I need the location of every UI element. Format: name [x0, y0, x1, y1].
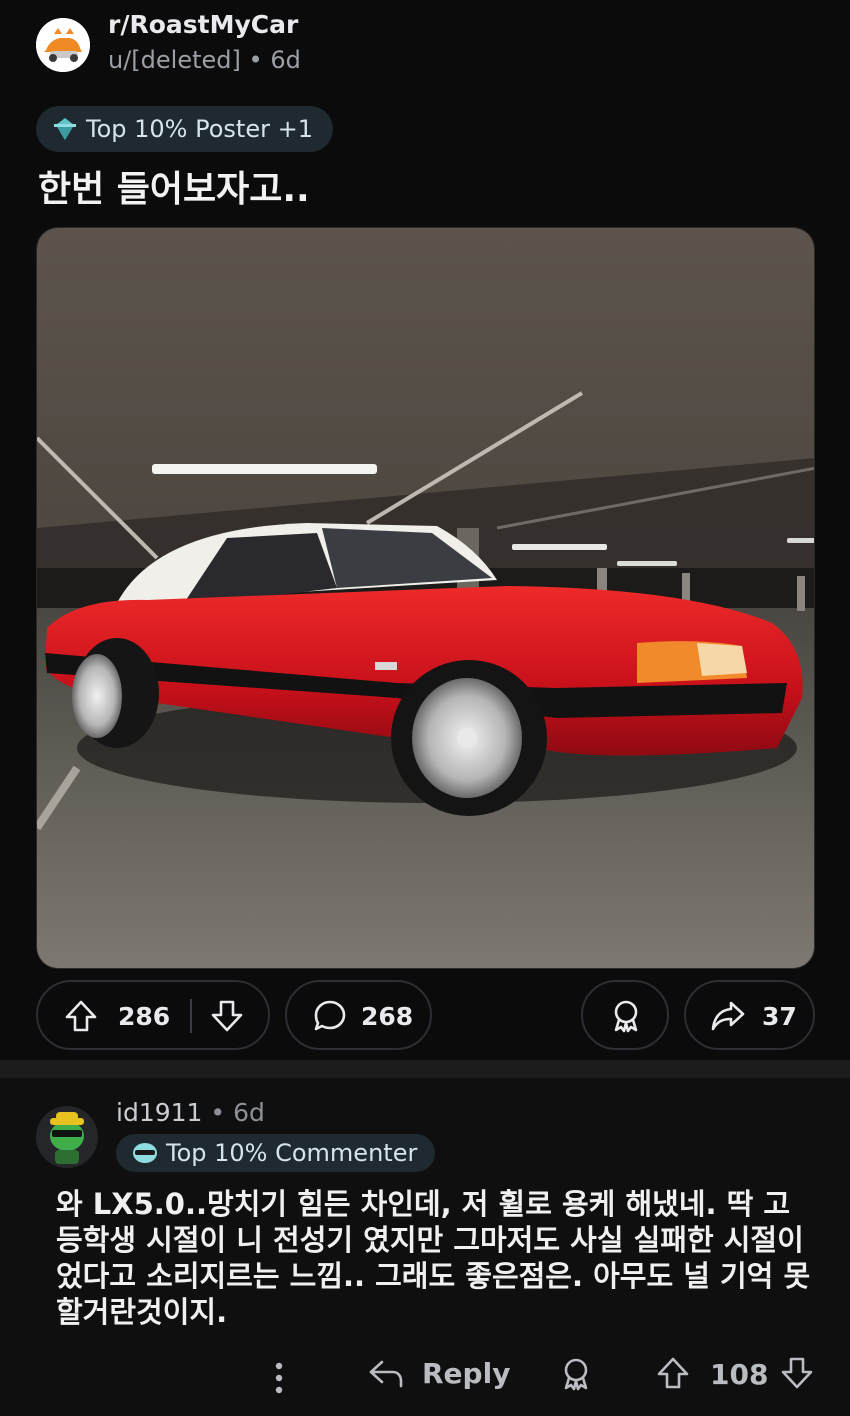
- section-divider: [0, 1060, 850, 1078]
- upvote-button[interactable]: [64, 999, 98, 1033]
- post-title[interactable]: 한번 들어보자고..: [38, 160, 310, 212]
- subreddit-name[interactable]: r/RoastMyCar: [108, 10, 298, 39]
- vote-divider: [190, 999, 192, 1033]
- share-arrow-icon: [711, 1001, 745, 1031]
- comment-author[interactable]: id1911: [116, 1098, 202, 1127]
- meta-separator: •: [210, 1098, 226, 1127]
- flair-label: Top 10% Poster +1: [86, 115, 313, 143]
- flair-label: Top 10% Commenter: [166, 1139, 418, 1167]
- arrow-up-icon: [657, 1357, 689, 1389]
- arrow-down-icon: [781, 1357, 813, 1389]
- comment-bubble-icon: [314, 1000, 346, 1031]
- comment-upvote-button[interactable]: [656, 1356, 690, 1390]
- more-vertical-icon: [275, 1362, 283, 1394]
- comment-age: 6d: [233, 1098, 265, 1127]
- post-image[interactable]: [36, 227, 815, 969]
- diamond-rank-icon: [54, 118, 76, 140]
- comment-body: 와 LX5.0..망치기 힘든 차인데, 저 휠로 용케 해냈네. 딱 고등학생…: [56, 1187, 811, 1329]
- arrow-up-icon: [65, 1000, 97, 1032]
- shades-badge-icon: [133, 1143, 157, 1163]
- comment-score: 108: [710, 1358, 769, 1391]
- comments-button[interactable]: 268: [285, 980, 432, 1050]
- arrow-down-icon: [211, 1000, 243, 1032]
- reply-arrow-icon: [369, 1360, 403, 1388]
- share-count: 37: [762, 1002, 797, 1031]
- comment-downvote-button[interactable]: [780, 1356, 814, 1390]
- post-age: 6d: [270, 46, 301, 74]
- post-action-bar: 286 268 37: [0, 980, 850, 1052]
- more-options-button[interactable]: [270, 1358, 288, 1398]
- award-button[interactable]: [581, 980, 669, 1050]
- user-flair: Top 10% Poster +1: [36, 106, 333, 152]
- post-card: r/RoastMyCar u/[deleted] • 6d Top 10% Po…: [0, 0, 850, 1060]
- comment-action-bar: Reply 108: [0, 1348, 850, 1408]
- subreddit-avatar[interactable]: [36, 18, 90, 72]
- post-meta: u/[deleted] • 6d: [108, 46, 301, 74]
- comment-award-button[interactable]: [559, 1357, 593, 1391]
- post-author[interactable]: u/[deleted]: [108, 46, 241, 74]
- commenter-flair: Top 10% Commenter: [116, 1134, 436, 1172]
- comment-item: id1911 • 6d Top 10% Commenter 와 LX5.0..망…: [0, 1078, 850, 1416]
- downvote-button[interactable]: [210, 999, 244, 1033]
- reply-label: Reply: [422, 1356, 511, 1390]
- commenter-avatar[interactable]: [36, 1106, 98, 1168]
- upvote-count: 286: [118, 1002, 171, 1031]
- reply-button[interactable]: Reply: [368, 1356, 510, 1390]
- award-icon: [614, 1000, 638, 1033]
- share-button[interactable]: 37: [684, 980, 815, 1050]
- comment-count: 268: [361, 1002, 414, 1031]
- award-icon: [564, 1358, 588, 1391]
- comment-meta: id1911 • 6d: [116, 1098, 265, 1127]
- meta-separator: •: [248, 46, 263, 74]
- vote-pill: 286: [36, 980, 270, 1050]
